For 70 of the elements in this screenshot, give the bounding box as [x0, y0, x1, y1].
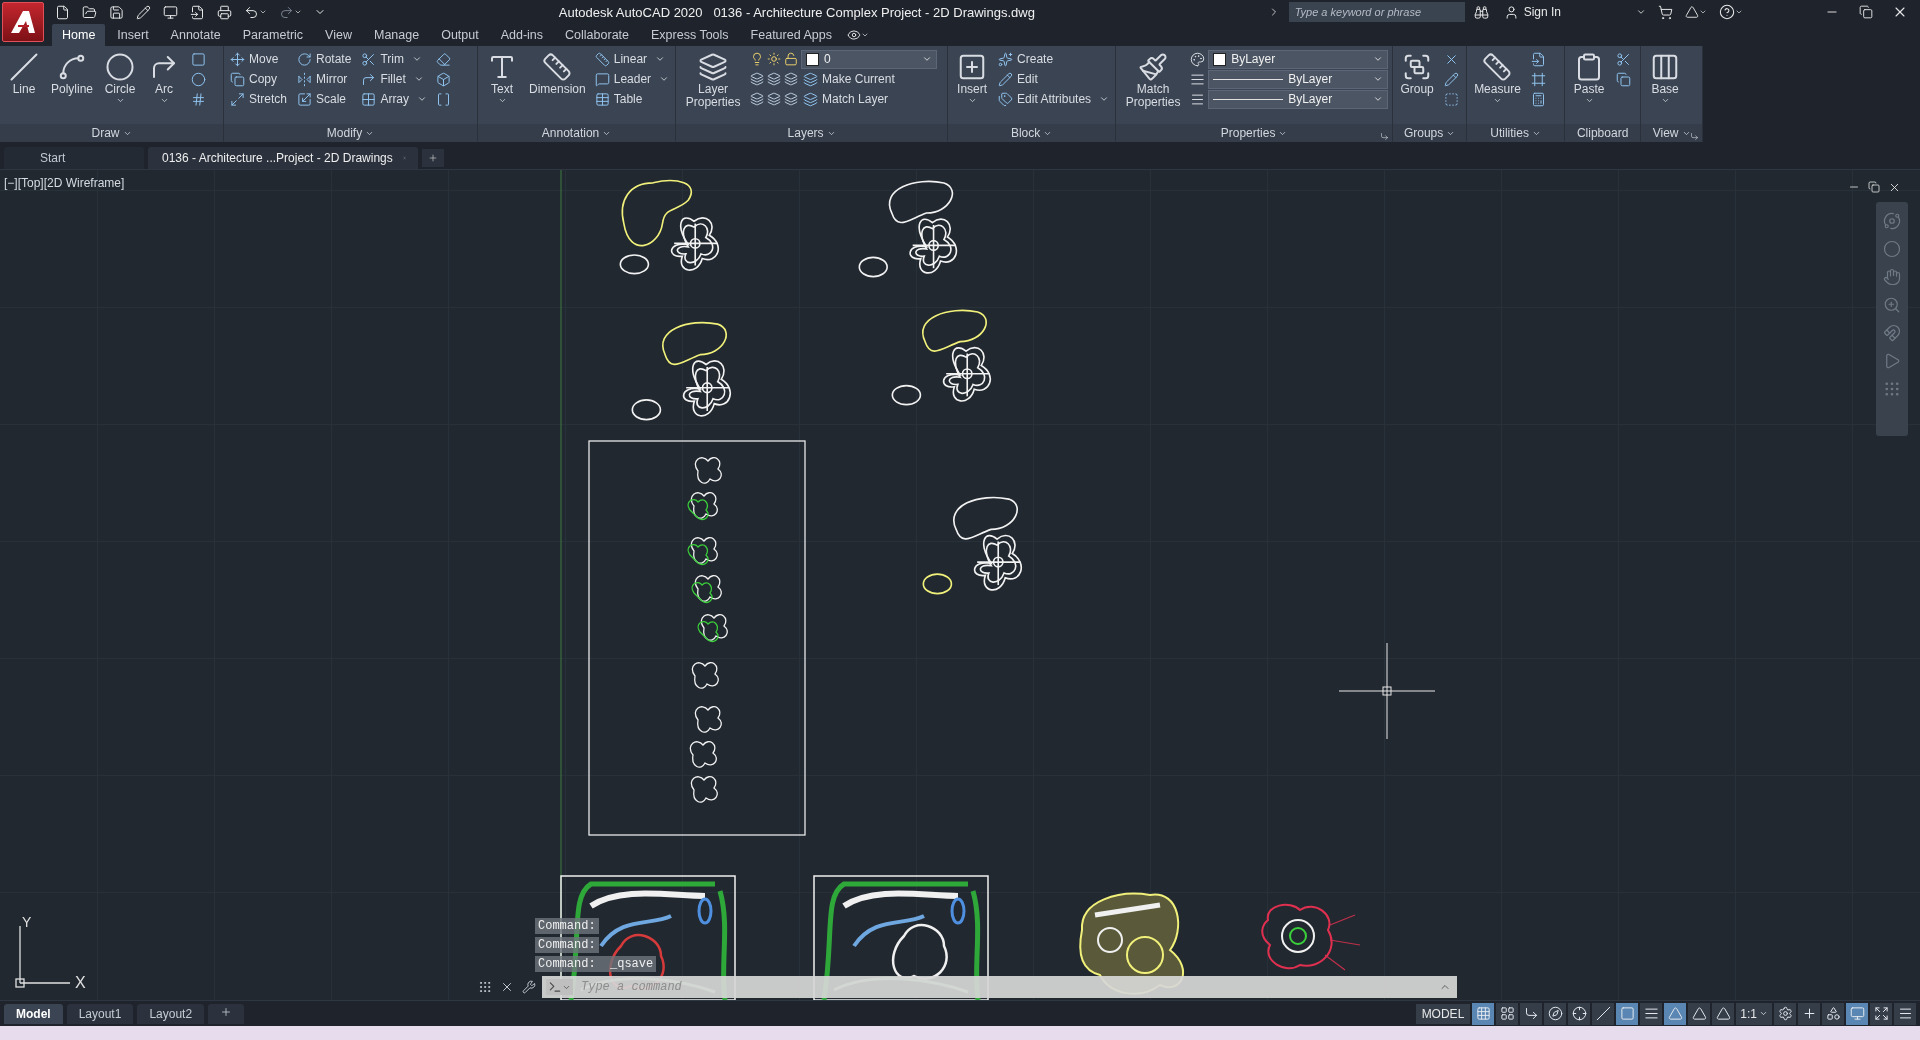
- layout-tab[interactable]: Model: [4, 1003, 63, 1024]
- ribbon-button[interactable]: Layer Properties: [680, 49, 747, 111]
- ribbon-tab[interactable]: Home: [52, 24, 106, 46]
- annotation-scale-button[interactable]: 1:1: [1736, 1002, 1772, 1025]
- property-dropdown[interactable]: ByLayer: [1208, 89, 1389, 109]
- axis-label: Y: [22, 914, 32, 930]
- ribbon-button[interactable]: Circle: [100, 49, 141, 107]
- ribbon-button[interactable]: Measure: [1471, 49, 1524, 107]
- ribbon-button[interactable]: Leader: [592, 69, 672, 89]
- window-title: Autodesk AutoCAD 2020 0136 - Architecture Complex Project - 2D Drawings.dwg: [558, 4, 1035, 20]
- ribbon-tab[interactable]: Insert: [107, 24, 159, 46]
- panel-title[interactable]: Annotation: [478, 124, 676, 142]
- ribbon-button[interactable]: Dimension: [526, 49, 589, 98]
- panel-title[interactable]: View: [1641, 124, 1703, 142]
- ribbon-button[interactable]: Polyline: [48, 49, 97, 98]
- ribbon-button[interactable]: Make Current: [801, 69, 897, 89]
- drawing-canvas[interactable]: [−][Top][2D Wireframe] Y Command: Command: Command: _qsave X Type a command: [0, 170, 1920, 1000]
- command-input-field[interactable]: Type a command: [579, 979, 1433, 995]
- document-tab[interactable]: 0136 - Architecture ...Project - 2D Drawings: [148, 147, 418, 169]
- ribbon-button[interactable]: Scale: [295, 89, 354, 109]
- panel-title[interactable]: Draw: [0, 124, 223, 142]
- ribbon-button[interactable]: Base: [1645, 49, 1686, 107]
- panel-title[interactable]: Clipboard: [1565, 124, 1641, 142]
- ribbon-button[interactable]: Linear: [592, 49, 672, 69]
- ribbon-tab[interactable]: View: [315, 24, 362, 46]
- panel-title[interactable]: Groups: [1393, 124, 1467, 142]
- ribbon-button[interactable]: Rotate: [295, 49, 354, 69]
- ribbon-button[interactable]: Match Layer: [801, 89, 891, 109]
- axis-label: X: [75, 974, 86, 992]
- ribbon-button[interactable]: Create: [996, 49, 1112, 69]
- ribbon-button[interactable]: Move: [228, 49, 289, 69]
- ribbon-button[interactable]: Text: [482, 49, 522, 107]
- layout-tab[interactable]: Layout2: [137, 1003, 205, 1024]
- model-space-label[interactable]: MODEL: [1415, 1003, 1471, 1024]
- ribbon-tab[interactable]: Add-ins: [490, 24, 554, 46]
- ribbon-button[interactable]: Line: [4, 49, 44, 98]
- ribbon-tab[interactable]: Output: [431, 24, 489, 46]
- ribbon-button[interactable]: Insert: [952, 49, 993, 107]
- panel-title[interactable]: Modify: [224, 124, 477, 142]
- panel-title[interactable]: Layers: [676, 124, 948, 142]
- ribbon-button[interactable]: Edit: [996, 69, 1112, 89]
- ribbon-button[interactable]: Fillet: [359, 69, 430, 89]
- ribbon-tab[interactable]: Parametric: [232, 24, 314, 46]
- ribbon-button[interactable]: Paste: [1569, 49, 1610, 107]
- ribbon-button[interactable]: Array: [359, 89, 430, 109]
- ribbon-button[interactable]: Arc: [144, 49, 185, 107]
- panel-title[interactable]: Utilities: [1467, 124, 1565, 142]
- sign-in-button[interactable]: Sign In: [1497, 3, 1567, 21]
- ribbon-button[interactable]: Trim: [359, 49, 430, 69]
- ribbon-tab[interactable]: Express Tools: [641, 24, 739, 46]
- viewport-controls-label[interactable]: [−][Top][2D Wireframe]: [4, 176, 125, 190]
- ribbon-button[interactable]: Group: [1397, 49, 1438, 98]
- ribbon-button[interactable]: Stretch: [228, 89, 289, 109]
- ribbon-button[interactable]: Edit Attributes: [996, 89, 1112, 109]
- ribbon-button[interactable]: Mirror: [295, 69, 354, 89]
- layout-tab[interactable]: Layout1: [66, 1003, 134, 1024]
- ribbon-tab[interactable]: Annotate: [160, 24, 231, 46]
- property-dropdown[interactable]: ByLayer: [1208, 49, 1389, 69]
- ribbon-tab[interactable]: Collaborate: [555, 24, 639, 46]
- ribbon-button[interactable]: Copy: [228, 69, 289, 89]
- ribbon-button[interactable]: Match Properties: [1120, 49, 1187, 111]
- panel-title[interactable]: Properties: [1116, 124, 1393, 142]
- ribbon-tab[interactable]: Manage: [363, 24, 430, 46]
- property-dropdown[interactable]: ByLayer: [1208, 69, 1389, 89]
- ribbon-button[interactable]: Table: [592, 89, 672, 109]
- search-field[interactable]: Type a keyword or phrase: [1288, 2, 1465, 22]
- ribbon-tab[interactable]: Featured Apps: [740, 24, 842, 46]
- document-tab[interactable]: Start: [4, 147, 144, 169]
- layer-dropdown[interactable]: 0: [801, 49, 938, 69]
- panel-title[interactable]: Block: [948, 124, 1116, 142]
